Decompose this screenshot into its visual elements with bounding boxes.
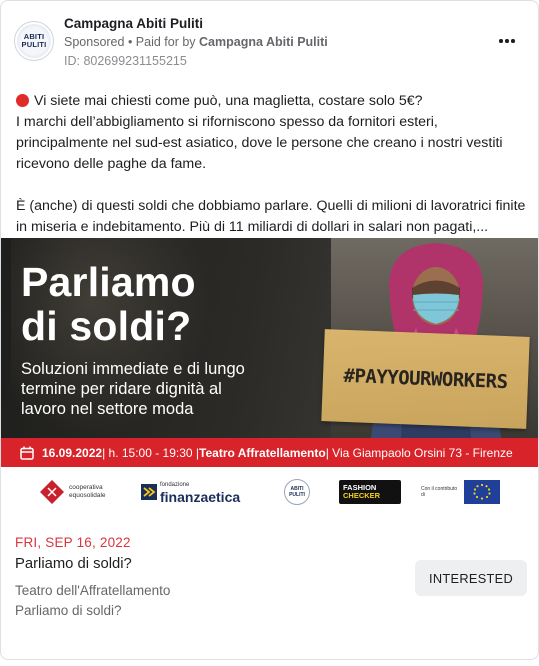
paid-for-prefix: • Paid for by xyxy=(124,35,200,49)
paid-for-by: Campagna Abiti Puliti xyxy=(199,35,328,49)
event-date: FRI, SEP 16, 2022 xyxy=(15,535,131,550)
more-options-icon[interactable] xyxy=(493,31,521,51)
body-line: Vi siete mai chiesti come può, una magli… xyxy=(16,91,531,112)
banner-photo: Parliamo di soldi? Soluzioni immediate e… xyxy=(1,238,538,438)
eu-contribution-logo: Con il contributo di xyxy=(421,477,500,507)
calendar-icon xyxy=(20,446,34,460)
event-date-text: 16.09.2022 xyxy=(42,445,103,460)
banner-subheadline: Soluzioni immediate e di lungo termine p… xyxy=(21,360,245,418)
cardboard-sign: #PAYYOURWORKERS xyxy=(321,329,530,429)
ad-id: ID: 802699231155215 xyxy=(64,54,187,68)
interested-button[interactable]: INTERESTED xyxy=(415,560,527,596)
red-circle-icon xyxy=(16,94,29,107)
finanzaetica-logo: fondazione finanzaetica xyxy=(141,477,240,507)
event-venue: Teatro dell'Affratellamento xyxy=(15,583,171,598)
cooperativa-icon xyxy=(40,480,64,504)
abiti-puliti-small-logo: ABITI PULITI xyxy=(284,477,310,507)
body-line: principalmente nel sud-est asiatico, dov… xyxy=(16,135,503,151)
ad-creative-image[interactable]: Parliamo di soldi? Soluzioni immediate e… xyxy=(1,238,538,518)
event-info-bar: 16.09.2022 | h. 15:00 - 19:30 | Teatro A… xyxy=(1,438,538,467)
body-line: I marchi dell’abbigliamento si rifornisc… xyxy=(16,114,438,130)
body-line: ricevono delle paghe da fame. xyxy=(16,156,207,172)
event-address-text: | Via Giampaolo Orsini 73 - Firenze xyxy=(325,445,513,460)
banner-headline: Parliamo di soldi? xyxy=(21,259,196,349)
post-header: ABITI PULITI Campagna Abiti Puliti Spons… xyxy=(1,1,538,79)
body-line: in miseria e indebitamento. Più di 11 mi… xyxy=(16,219,489,235)
sign-text: #PAYYOURWORKERS xyxy=(343,364,508,394)
body-line: È (anche) di questi soldi che dobbiamo p… xyxy=(16,198,526,214)
avatar-text-2: PULITI xyxy=(21,40,47,49)
fashion-checker-logo: FASHION CHECKER xyxy=(339,477,401,507)
abiti-puliti-logo: ABITI PULITI xyxy=(17,24,51,58)
cooperativa-logo: cooperativa equosolidale xyxy=(39,477,121,507)
event-title[interactable]: Parliamo di soldi? xyxy=(15,556,132,572)
sponsor-logos: cooperativa equosolidale fondazione fina… xyxy=(1,467,538,518)
ad-card: ABITI PULITI Campagna Abiti Puliti Spons… xyxy=(0,0,539,660)
page-avatar[interactable]: ABITI PULITI xyxy=(14,21,54,61)
sponsored-line: Sponsored • Paid for by Campagna Abiti P… xyxy=(64,35,328,49)
post-body-text: Vi siete mai chiesti come può, una magli… xyxy=(16,91,531,238)
event-time-text: | h. 15:00 - 19:30 | xyxy=(102,445,200,460)
finanzaetica-icon xyxy=(141,484,157,500)
sponsored-label: Sponsored xyxy=(64,35,125,49)
page-name-link[interactable]: Campagna Abiti Puliti xyxy=(64,16,203,31)
eu-flag-icon xyxy=(464,480,500,504)
event-description: Parliamo di soldi? xyxy=(15,603,122,618)
event-venue-text: Teatro Affratellamento xyxy=(199,445,326,460)
